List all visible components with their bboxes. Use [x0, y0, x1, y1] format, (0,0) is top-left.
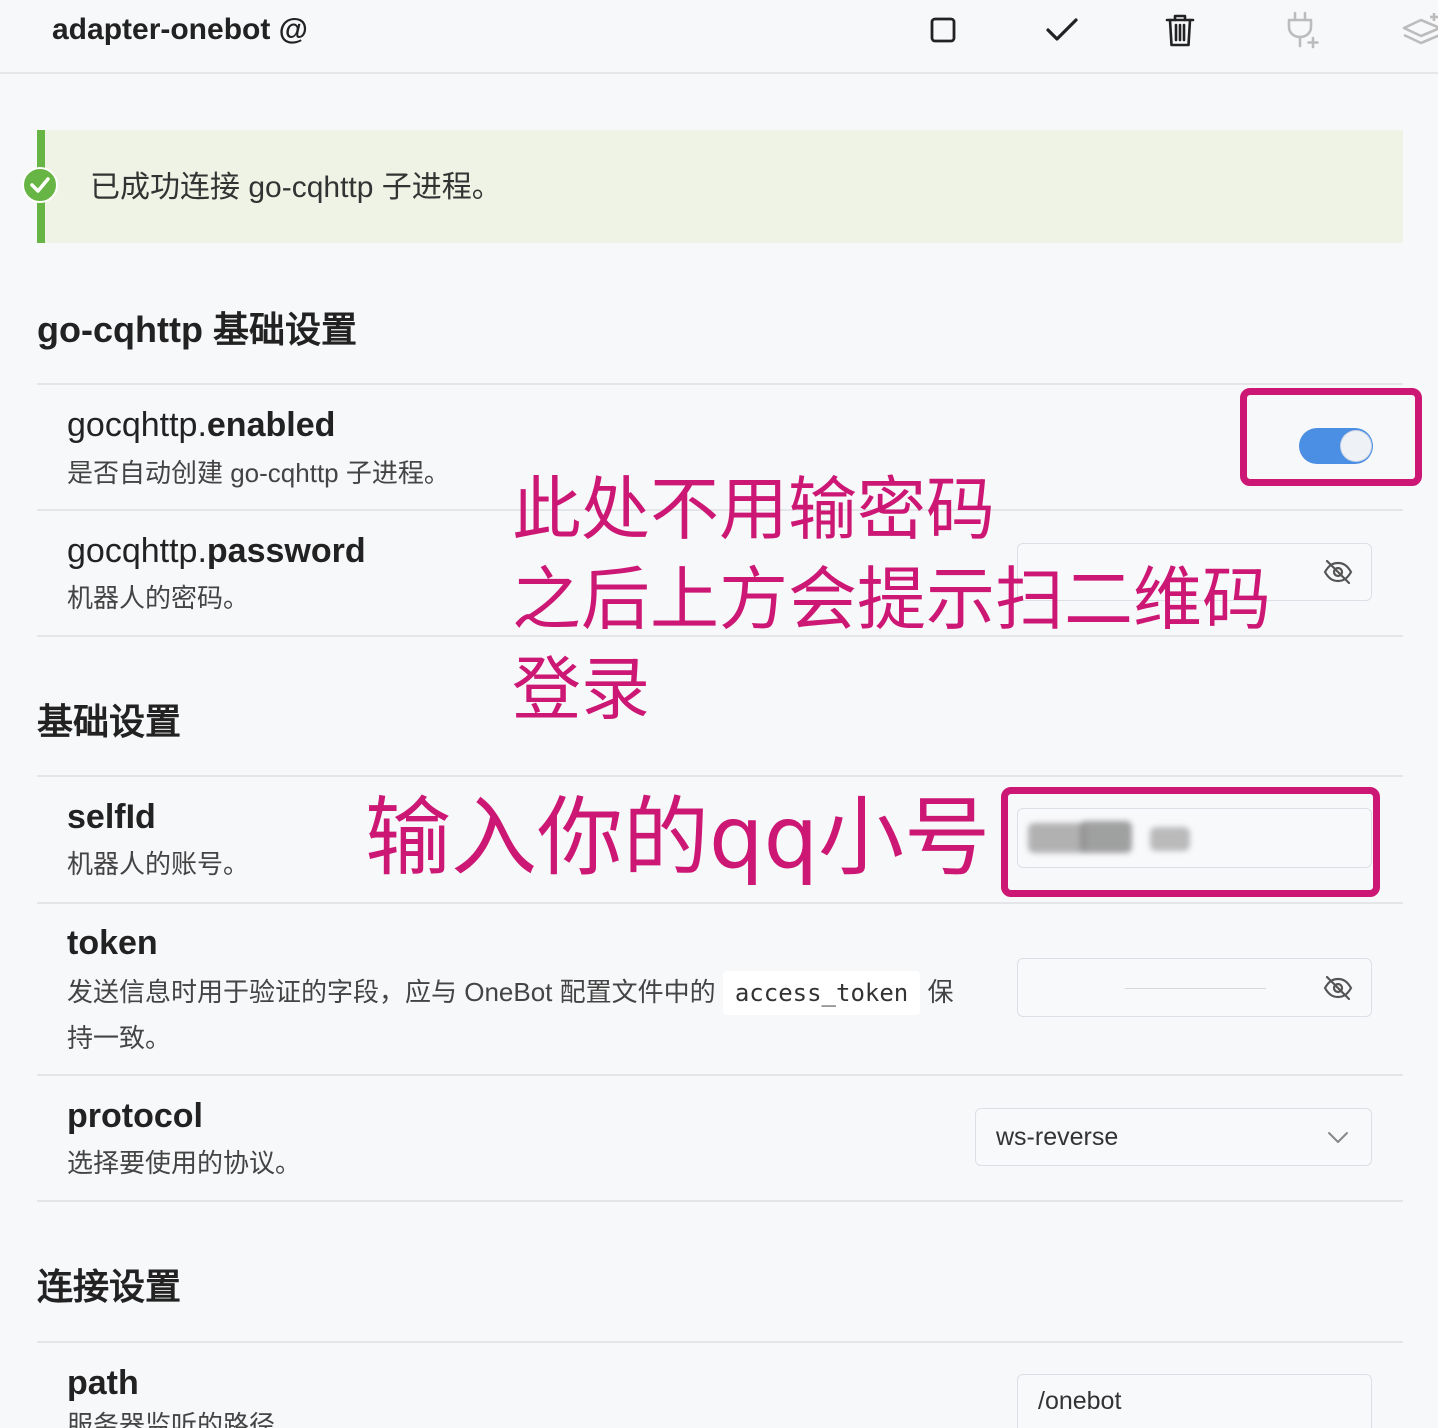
layers-icon	[1402, 13, 1438, 45]
highlight-box-selfid	[1001, 787, 1380, 897]
key-name: selfId	[67, 798, 156, 836]
eye-off-icon[interactable]	[1323, 559, 1353, 585]
key-name: path	[67, 1364, 139, 1402]
key-name: password	[206, 532, 366, 570]
app-header: adapter-onebot @	[0, 0, 1438, 74]
check-circle-icon	[22, 167, 58, 203]
setting-description-token: 发送信息时用于验证的字段，应与 OneBot 配置文件中的 access_tok…	[67, 970, 967, 1061]
section-title-gocqhttp: go-cqhttp 基础设置	[37, 309, 357, 350]
trash-icon	[1165, 14, 1195, 47]
annotation-line: 登录	[512, 650, 650, 730]
annotation-line: 此处不用输密码	[512, 470, 995, 550]
annotation-password-note: 此处不用输密码 之后上方会提示扫二维码 登录	[512, 465, 1271, 735]
setting-description-password: 机器人的密码。	[67, 583, 250, 613]
delete-button[interactable]	[1161, 8, 1199, 52]
divider	[37, 383, 1403, 385]
setting-description-protocol: 选择要使用的协议。	[67, 1148, 302, 1178]
key-name: enabled	[206, 406, 336, 444]
section-title-basic: 基础设置	[37, 701, 182, 742]
setting-description-path: 服务器监听的路径	[67, 1410, 276, 1428]
plugin-button[interactable]	[1282, 8, 1320, 52]
setting-key-enabled: gocqhttp.enabled	[67, 405, 335, 445]
key-prefix: gocqhttp.	[67, 532, 207, 570]
page-title: adapter-onebot @	[52, 13, 308, 46]
divider	[37, 1200, 1403, 1202]
plug-icon	[1287, 11, 1319, 49]
description-text: 发送信息时用于验证的字段，应与 OneBot 配置文件中的	[67, 977, 716, 1007]
layers-button[interactable]	[1398, 8, 1438, 52]
divider	[37, 1341, 1403, 1343]
protocol-select[interactable]: ws-reverse	[975, 1108, 1372, 1166]
key-name: protocol	[67, 1097, 203, 1135]
path-input[interactable]	[1018, 1375, 1371, 1428]
annotation-selfid-note: 输入你的qq小号	[365, 788, 991, 888]
stop-button[interactable]	[925, 10, 961, 50]
stop-icon	[930, 17, 956, 43]
annotation-line: 之后上方会提示扫二维码	[512, 560, 1271, 640]
divider	[37, 1074, 1403, 1076]
section-title-connection: 连接设置	[37, 1266, 182, 1307]
setting-key-protocol: protocol	[67, 1096, 203, 1136]
divider	[37, 775, 1403, 777]
setting-key-selfid: selfId	[67, 797, 156, 837]
key-prefix: gocqhttp.	[67, 406, 207, 444]
divider	[37, 902, 1403, 904]
masked-value-line	[1125, 988, 1266, 989]
save-button[interactable]	[1042, 10, 1082, 50]
setting-key-token: token	[67, 923, 158, 963]
alert-message: 已成功连接 go-cqhttp 子进程。	[90, 171, 502, 204]
setting-description-selfid: 机器人的账号。	[67, 849, 250, 879]
token-field	[1017, 958, 1372, 1017]
setting-key-path: path	[67, 1363, 139, 1403]
access-token-code: access_token	[722, 971, 921, 1015]
path-field	[1017, 1374, 1372, 1428]
chevron-down-icon	[1328, 1132, 1348, 1143]
check-icon	[1046, 18, 1078, 41]
key-name: token	[67, 924, 158, 962]
select-value: ws-reverse	[996, 1123, 1119, 1151]
eye-off-icon[interactable]	[1323, 975, 1353, 1001]
setting-key-password: gocqhttp.password	[67, 531, 366, 571]
setting-description-enabled: 是否自动创建 go-cqhttp 子进程。	[67, 458, 450, 488]
